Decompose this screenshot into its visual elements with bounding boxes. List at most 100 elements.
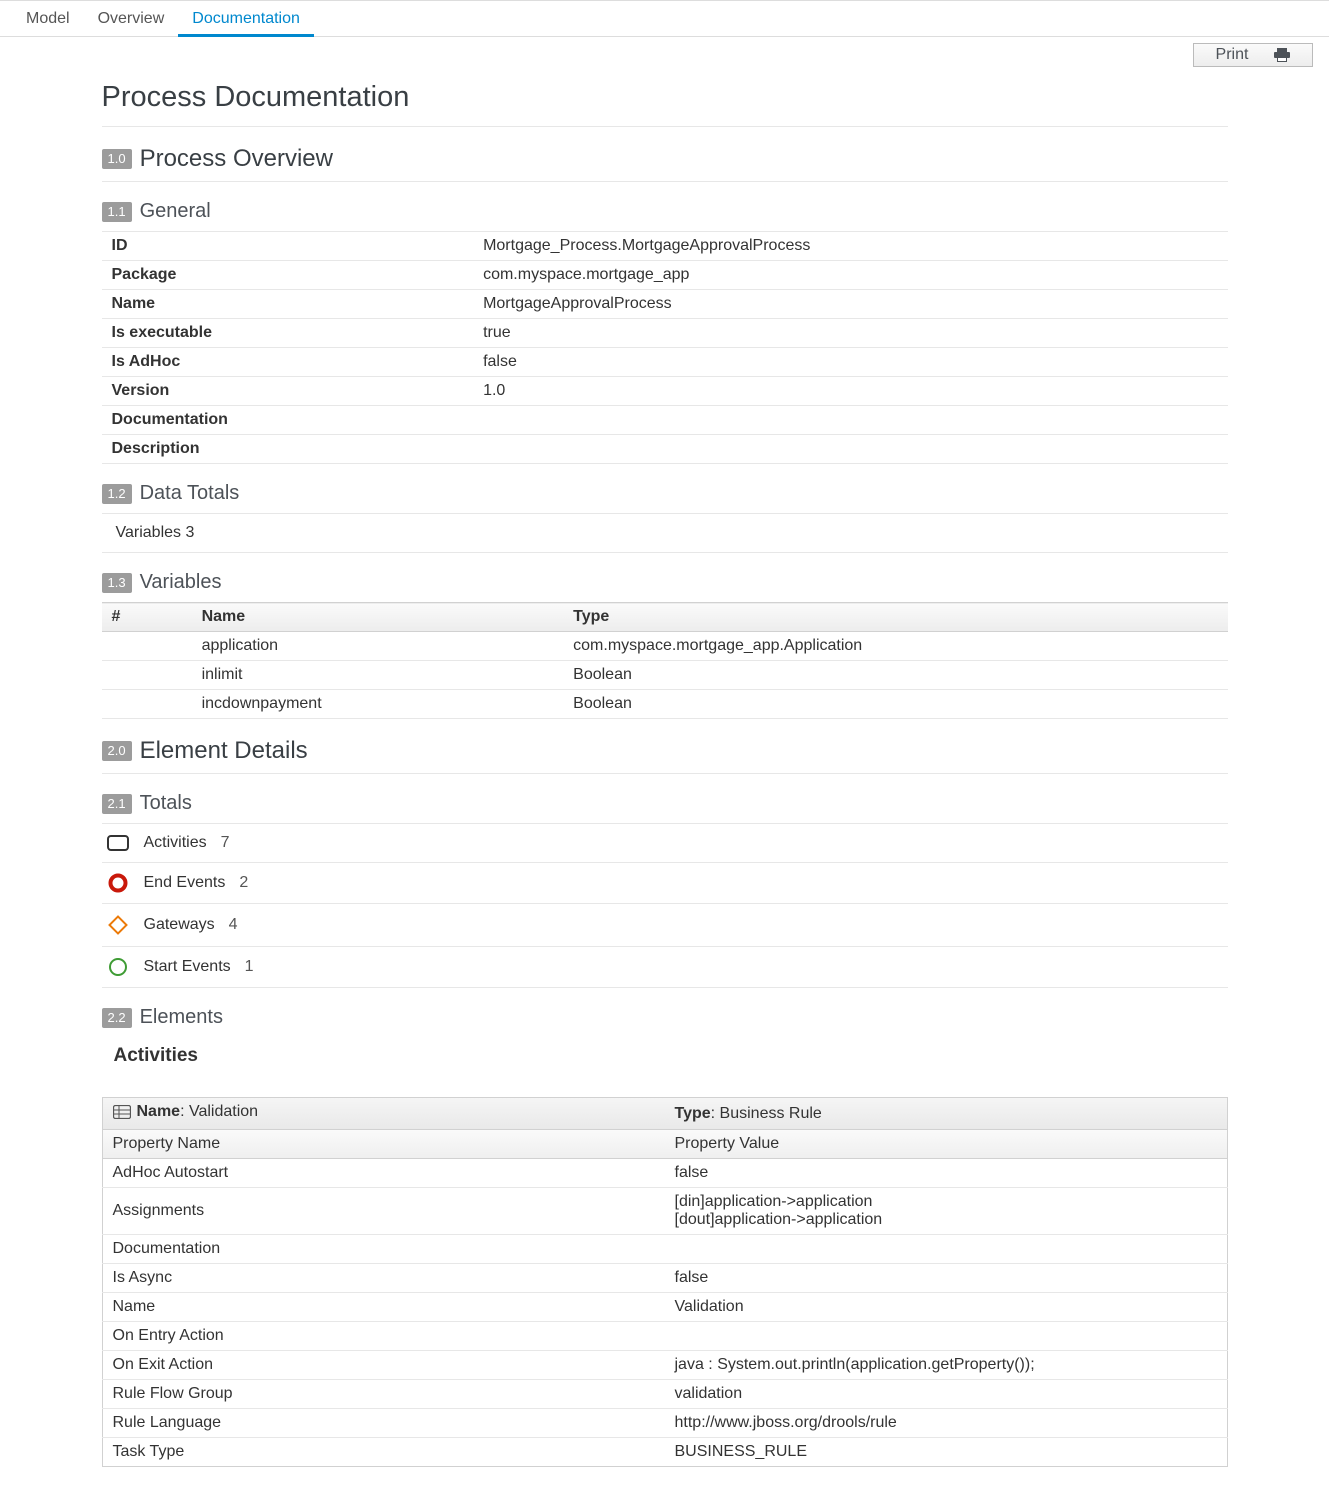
property-value: validation (665, 1380, 1228, 1409)
table-row: On Entry Action (102, 1322, 1227, 1351)
table-row: Version1.0 (102, 377, 1228, 406)
property-value (473, 406, 1227, 435)
section-title: Variables (140, 571, 222, 594)
property-value: Mortgage_Process.MortgageApprovalProcess (473, 232, 1227, 261)
table-row: Description (102, 435, 1228, 464)
subsection-general: 1.1 General (102, 200, 1228, 223)
totals-label: Start Events (144, 958, 231, 976)
table-row: NameMortgageApprovalProcess (102, 290, 1228, 319)
activity-icon (106, 835, 130, 851)
table-row: Is AdHocfalse (102, 348, 1228, 377)
section-number: 2.2 (102, 1008, 132, 1028)
section-title: Data Totals (140, 482, 240, 505)
page-title: Process Documentation (102, 81, 1228, 127)
property-name: On Exit Action (102, 1351, 665, 1380)
section-number: 1.3 (102, 573, 132, 593)
property-name: Rule Language (102, 1409, 665, 1438)
property-name: ID (102, 232, 474, 261)
section-title: Element Details (140, 737, 308, 765)
endevent-icon (106, 873, 130, 893)
property-name: Is AdHoc (102, 348, 474, 377)
totals-count: 4 (229, 916, 238, 934)
table-row: Rule Languagehttp://www.jboss.org/drools… (102, 1409, 1227, 1438)
property-name: Documentation (102, 1235, 665, 1264)
property-name: Documentation (102, 406, 474, 435)
col-property-name: Property Name (102, 1130, 665, 1159)
property-value (665, 1235, 1228, 1264)
property-value: BUSINESS_RULE (665, 1438, 1228, 1467)
var-num (102, 690, 192, 719)
totals-label: Gateways (144, 916, 215, 934)
print-button[interactable]: Print (1193, 43, 1313, 67)
section-element-details: 2.0 Element Details (102, 737, 1228, 774)
section-process-overview: 1.0 Process Overview (102, 145, 1228, 182)
var-num (102, 632, 192, 661)
totals-label: Activities (144, 834, 207, 852)
subsection-variables: 1.3 Variables (102, 571, 1228, 594)
subsection-totals: 2.1 Totals (102, 792, 1228, 815)
col-type: Type (563, 603, 1227, 632)
activities-heading: Activities (102, 1037, 1228, 1075)
table-row: Documentation (102, 406, 1228, 435)
totals-item: Activities 7 (102, 824, 1228, 863)
tab-documentation[interactable]: Documentation (178, 0, 314, 37)
property-name: Version (102, 377, 474, 406)
var-type: com.myspace.mortgage_app.Application (563, 632, 1227, 661)
table-row: Is executabletrue (102, 319, 1228, 348)
table-row: Task TypeBUSINESS_RULE (102, 1438, 1227, 1467)
table-row: Packagecom.myspace.mortgage_app (102, 261, 1228, 290)
section-title: Process Overview (140, 145, 333, 173)
top-tabs: Model Overview Documentation (0, 0, 1329, 37)
col-number: # (102, 603, 192, 632)
tab-model[interactable]: Model (12, 0, 84, 37)
totals-label: End Events (144, 874, 226, 892)
table-row: NameValidation (102, 1293, 1227, 1322)
table-row: On Exit Actionjava : System.out.println(… (102, 1351, 1227, 1380)
property-value: java : System.out.println(application.ge… (665, 1351, 1228, 1380)
totals-item: End Events2 (102, 863, 1228, 904)
col-property-value: Property Value (665, 1130, 1228, 1159)
property-name: Package (102, 261, 474, 290)
var-type: Boolean (563, 661, 1227, 690)
print-icon (1274, 48, 1290, 62)
table-row: incdownpaymentBoolean (102, 690, 1228, 719)
startevent-icon (106, 957, 130, 977)
totals-count: 1 (245, 958, 254, 976)
var-name: application (192, 632, 564, 661)
subsection-elements: 2.2 Elements (102, 1006, 1228, 1029)
property-name: Description (102, 435, 474, 464)
property-value: MortgageApprovalProcess (473, 290, 1227, 319)
element-table: Name: Validation Type: Business Rule Pro… (102, 1097, 1228, 1467)
totals-item: Gateways 4 (102, 904, 1228, 947)
table-row: Documentation (102, 1235, 1227, 1264)
section-title: General (140, 200, 211, 223)
totals-count: 7 (221, 834, 230, 852)
property-value: false (665, 1264, 1228, 1293)
property-name: AdHoc Autostart (102, 1159, 665, 1188)
section-title: Totals (140, 792, 192, 815)
property-value (473, 435, 1227, 464)
section-title: Elements (140, 1006, 223, 1029)
property-value: false (473, 348, 1227, 377)
print-label: Print (1216, 46, 1249, 64)
property-name: Task Type (102, 1438, 665, 1467)
table-row: applicationcom.myspace.mortgage_app.Appl… (102, 632, 1228, 661)
subsection-data-totals: 1.2 Data Totals (102, 482, 1228, 505)
variables-table: # Name Type applicationcom.myspace.mortg… (102, 602, 1228, 719)
property-value: true (473, 319, 1227, 348)
section-number: 2.0 (102, 741, 132, 761)
property-name: Name (102, 290, 474, 319)
property-name: Rule Flow Group (102, 1380, 665, 1409)
property-name: Assignments (102, 1188, 665, 1235)
tab-overview[interactable]: Overview (84, 0, 179, 37)
col-name: Name (192, 603, 564, 632)
print-row: Print (0, 37, 1329, 67)
property-name: Is Async (102, 1264, 665, 1293)
property-name: On Entry Action (102, 1322, 665, 1351)
totals-list: Activities 7 End Events2 Gateways 4 Start Eve… (102, 823, 1228, 988)
section-number: 2.1 (102, 794, 132, 814)
table-row: Is Asyncfalse (102, 1264, 1227, 1293)
var-name: incdownpayment (192, 690, 564, 719)
section-number: 1.0 (102, 149, 132, 169)
var-name: inlimit (192, 661, 564, 690)
